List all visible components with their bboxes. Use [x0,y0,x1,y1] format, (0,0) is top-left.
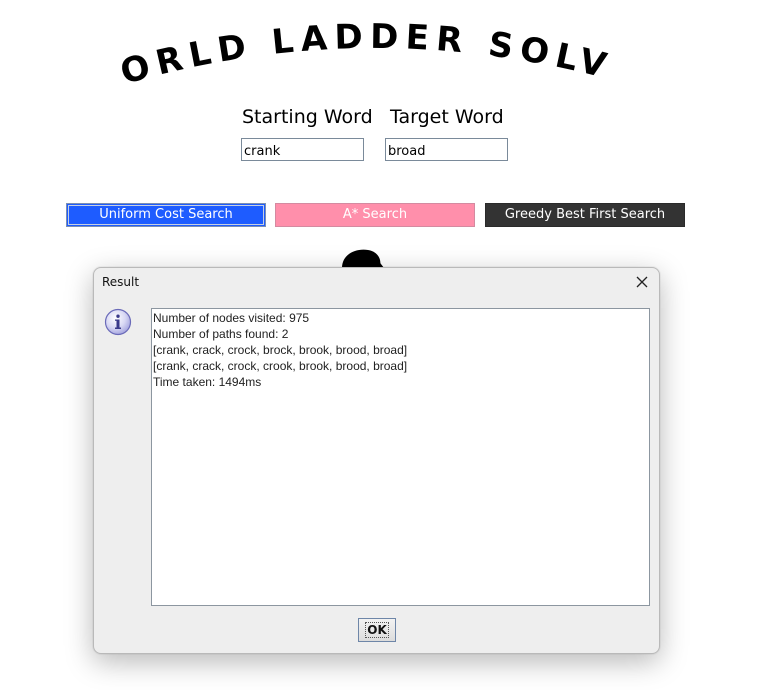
svg-text:WORLD LADDER SOLVER: WORLD LADDER SOLVER [0,0,617,93]
dialog-title: Result [102,275,140,289]
a-star-search-button[interactable]: A* Search [275,203,475,227]
result-line: Time taken: 1494ms [153,375,262,389]
result-line: [crank, crack, crock, crook, brook, broo… [153,359,408,373]
target-word-input[interactable] [385,138,508,161]
info-icon [104,308,132,336]
ok-button-label: OK [365,622,389,638]
app-title-text: WORLD LADDER SOLVER [0,0,610,93]
starting-word-label: Starting Word [242,106,373,128]
app-title: WORLD LADDER SOLVER [0,0,617,93]
starting-word-input[interactable] [241,138,364,161]
target-word-label: Target Word [390,106,504,128]
result-line: Number of paths found: 2 [153,327,289,341]
app-window: WORLD LADDER SOLVER Starting Word Target… [0,0,770,690]
close-icon[interactable] [631,271,653,293]
uniform-cost-search-button[interactable]: Uniform Cost Search [66,203,266,227]
result-dialog: Result Number of nodes visited: 975 Numb… [93,267,660,654]
result-line: [crank, crack, crock, brock, brook, broo… [153,343,408,357]
result-text-area[interactable]: Number of nodes visited: 975 Number of p… [151,308,650,606]
dialog-titlebar[interactable]: Result [94,268,659,298]
greedy-best-first-search-button[interactable]: Greedy Best First Search [485,203,685,227]
result-line: Number of nodes visited: 975 [153,311,310,325]
ok-button[interactable]: OK [358,618,396,642]
